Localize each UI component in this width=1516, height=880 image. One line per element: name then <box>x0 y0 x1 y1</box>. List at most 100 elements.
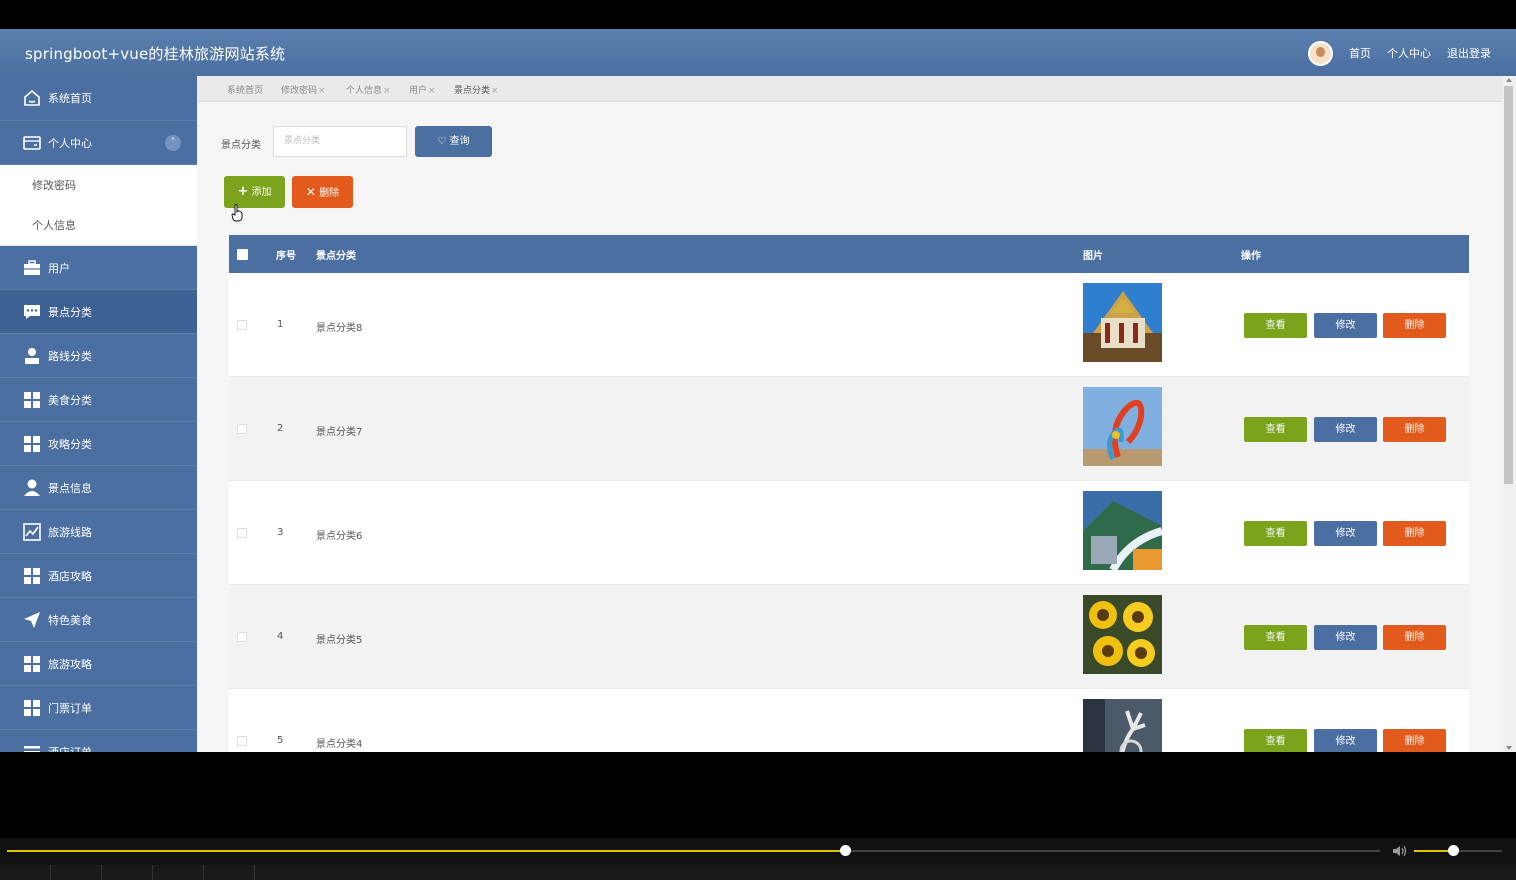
view-button[interactable]: 查看 <box>1244 521 1307 546</box>
tab-home[interactable]: 系统首页 <box>227 83 263 96</box>
row-image-sunflowers <box>1083 595 1162 674</box>
delete-button[interactable]: 删除 <box>1383 729 1446 752</box>
sidebar-item-label: 旅游攻略 <box>48 657 92 671</box>
row-index: 4 <box>277 631 284 642</box>
tab-label: 个人信息 <box>346 86 383 96</box>
sidebar-item-label: 景点信息 <box>48 481 92 495</box>
row-checkbox[interactable] <box>237 736 247 746</box>
close-icon[interactable]: × <box>491 86 499 96</box>
row-checkbox[interactable] <box>237 632 247 642</box>
sidebar-item-hotel-guide[interactable]: 酒店攻略 <box>0 554 197 598</box>
delete-button[interactable]: 删除 <box>1383 417 1446 442</box>
row-checkbox[interactable] <box>237 528 247 538</box>
seek-bar[interactable] <box>7 845 1380 856</box>
sidebar-item-label: 特色美食 <box>48 613 92 627</box>
delete-button[interactable]: 删除 <box>1383 521 1446 546</box>
scroll-up-icon[interactable] <box>1506 78 1512 82</box>
top-header: springboot+vue的桂林旅游网站系统 首页 个人中心 退出登录 <box>0 29 1516 76</box>
sidebar-item-scenic-category[interactable]: 景点分类 <box>0 290 197 334</box>
sidebar-item-label: 酒店订单 <box>48 745 92 753</box>
user-badge-icon <box>22 346 42 366</box>
sidebar-item-users[interactable]: 用户 <box>0 246 197 290</box>
view-button[interactable]: 查看 <box>1244 625 1307 650</box>
add-button-label: 添加 <box>251 187 272 198</box>
card-icon <box>22 133 42 153</box>
delete-button[interactable]: 删除 <box>1383 313 1446 338</box>
row-index: 5 <box>277 735 284 746</box>
search-input[interactable]: 景点分类 <box>273 126 407 157</box>
row-category: 景点分类4 <box>316 739 363 750</box>
video-player-controls <box>0 838 1516 880</box>
chevron-up-icon[interactable]: ˆ <box>165 135 181 151</box>
sidebar-item-local-food[interactable]: 特色美食 <box>0 598 197 642</box>
view-button[interactable]: 查看 <box>1244 417 1307 442</box>
row-category: 景点分类6 <box>316 531 363 542</box>
sidebar-item-label: 路线分类 <box>48 349 92 363</box>
main-content: 系统首页 修改密码× 个人信息× 用户× 景点分类× 景点分类 景点分类 ♡ 查… <box>197 76 1502 752</box>
table-row: 2 景点分类7 查看 修改 删除 <box>229 377 1469 481</box>
view-button[interactable]: 查看 <box>1244 729 1307 752</box>
sidebar-subitem-personal-info[interactable]: 个人信息 <box>0 205 197 245</box>
batch-delete-button[interactable]: ✕ 删除 <box>292 176 353 208</box>
tab-users[interactable]: 用户× <box>409 83 436 96</box>
edit-button[interactable]: 修改 <box>1314 313 1377 338</box>
row-checkbox[interactable] <box>237 424 247 434</box>
tab-scenic-category[interactable]: 景点分类× <box>454 83 499 96</box>
sidebar-item-personal[interactable]: 个人中心 ˆ <box>0 121 197 165</box>
edit-button[interactable]: 修改 <box>1314 417 1377 442</box>
sidebar-item-travel-routes[interactable]: 旅游线路 <box>0 510 197 554</box>
nav-home-link[interactable]: 首页 <box>1349 45 1371 61</box>
search-button[interactable]: ♡ 查询 <box>415 126 492 157</box>
volume-slider[interactable] <box>1414 845 1502 856</box>
row-image-deer-sculpture <box>1083 699 1162 752</box>
row-index: 2 <box>277 423 284 434</box>
sidebar-item-label: 景点分类 <box>48 305 92 319</box>
col-ops-header: 操作 <box>1241 251 1261 262</box>
close-icon[interactable]: × <box>383 86 391 96</box>
page-scrollbar[interactable] <box>1502 76 1516 752</box>
seek-handle[interactable] <box>839 845 851 856</box>
sidebar-item-scenic-info[interactable]: 景点信息 <box>0 466 197 510</box>
scroll-down-icon[interactable] <box>1506 746 1512 750</box>
sidebar-item-home[interactable]: 系统首页 <box>0 76 197 121</box>
col-image-header: 图片 <box>1083 251 1103 262</box>
edit-button[interactable]: 修改 <box>1314 729 1377 752</box>
row-checkbox[interactable] <box>237 320 247 330</box>
nav-logout-link[interactable]: 退出登录 <box>1447 45 1491 61</box>
row-image-temple <box>1083 283 1162 362</box>
avatar[interactable] <box>1308 41 1333 66</box>
tab-personal-info[interactable]: 个人信息× <box>346 83 391 96</box>
sidebar-item-travel-guide[interactable]: 旅游攻略 <box>0 642 197 686</box>
sidebar-item-label: 个人中心 <box>48 136 92 150</box>
sidebar-item-guide-category[interactable]: 攻略分类 <box>0 422 197 466</box>
sidebar-item-hotel-orders[interactable]: 酒店订单 <box>0 730 197 752</box>
sidebar-item-route-category[interactable]: 路线分类 <box>0 334 197 378</box>
close-icon: ✕ <box>305 185 316 199</box>
sidebar-item-food-category[interactable]: 美食分类 <box>0 378 197 422</box>
close-icon[interactable]: × <box>318 86 326 96</box>
tab-label: 景点分类 <box>454 86 491 96</box>
table-row: 4 景点分类5 查看 修改 删除 <box>229 585 1469 689</box>
list-icon <box>22 742 42 752</box>
volume-icon[interactable] <box>1392 844 1408 858</box>
player-bottom-strip <box>0 865 1516 880</box>
nav-personal-link[interactable]: 个人中心 <box>1387 45 1431 61</box>
divider <box>203 865 204 880</box>
col-index-header: 序号 <box>276 251 296 262</box>
volume-handle[interactable] <box>1447 845 1459 856</box>
close-icon[interactable]: × <box>428 86 436 96</box>
edit-button[interactable]: 修改 <box>1314 521 1377 546</box>
sidebar-subitem-change-password[interactable]: 修改密码 <box>0 165 197 205</box>
sidebar-item-label: 攻略分类 <box>48 437 92 451</box>
sidebar-item-label: 旅游线路 <box>48 525 92 539</box>
view-button[interactable]: 查看 <box>1244 313 1307 338</box>
edit-button[interactable]: 修改 <box>1314 625 1377 650</box>
sidebar-item-ticket-orders[interactable]: 门票订单 <box>0 686 197 730</box>
scrollbar-thumb[interactable] <box>1504 86 1513 484</box>
divider <box>50 865 51 880</box>
tab-change-password[interactable]: 修改密码× <box>281 83 326 96</box>
row-category: 景点分类8 <box>316 323 363 334</box>
delete-button[interactable]: 删除 <box>1383 625 1446 650</box>
select-all-checkbox[interactable] <box>237 249 248 260</box>
sidebar-item-label: 系统首页 <box>48 92 92 105</box>
